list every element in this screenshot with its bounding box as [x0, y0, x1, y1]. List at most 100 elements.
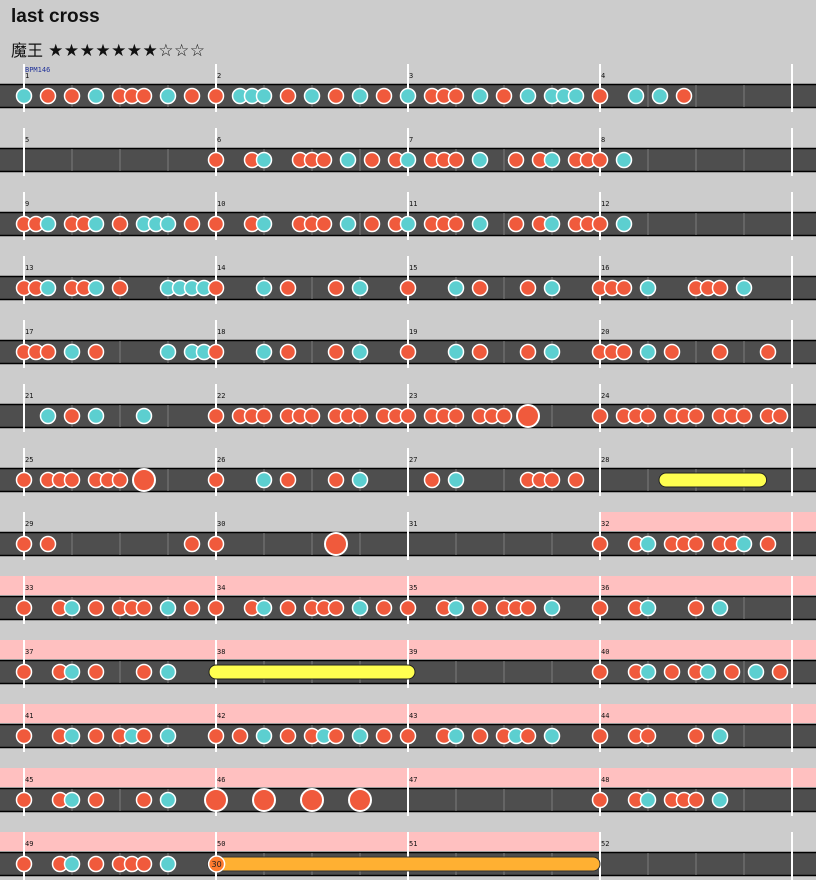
- don-note: [471, 279, 489, 297]
- measure-number: 45: [25, 776, 33, 784]
- don-note: [663, 343, 681, 361]
- measure-number: 43: [409, 712, 417, 720]
- measure-number: 40: [601, 648, 609, 656]
- gogo-band: [0, 832, 600, 851]
- ka-note: [159, 215, 177, 233]
- don-note: [15, 663, 33, 681]
- measure-number: 18: [217, 328, 225, 336]
- don-note: [183, 599, 201, 617]
- don-note: [399, 279, 417, 297]
- ka-note: [63, 791, 81, 809]
- don-note: [591, 791, 609, 809]
- measure-number: 51: [409, 840, 417, 848]
- chart-canvas: 1 2 3 4BPM1465 6 7 89 10 11 1213 14 15 1617 18 19 2021 2…: [0, 64, 816, 880]
- measure-number: 15: [409, 264, 417, 272]
- don-note: [399, 343, 417, 361]
- don-note: [135, 727, 153, 745]
- ka-note: [303, 87, 321, 105]
- ka-note: [63, 599, 81, 617]
- measure-number: 48: [601, 776, 609, 784]
- don-note: [327, 87, 345, 105]
- ka-note: [63, 855, 81, 873]
- don-note: [591, 599, 609, 617]
- measure-number: 33: [25, 584, 33, 592]
- measure-number: 24: [601, 392, 609, 400]
- ka-note: [135, 407, 153, 425]
- measure-number: 29: [25, 520, 33, 528]
- ka-note: [159, 791, 177, 809]
- don-note: [591, 535, 609, 553]
- don-note: [207, 279, 225, 297]
- don-note: [591, 87, 609, 105]
- ka-note: [159, 343, 177, 361]
- measure-number: 52: [601, 840, 609, 848]
- don-note: [447, 407, 465, 425]
- don-note: [327, 599, 345, 617]
- ka-note: [639, 663, 657, 681]
- don-note: [207, 151, 225, 169]
- don-note: [375, 87, 393, 105]
- don-note: [711, 279, 729, 297]
- don-note: [591, 151, 609, 169]
- measure-number: 36: [601, 584, 609, 592]
- don-note: [231, 727, 249, 745]
- ka-note: [255, 727, 273, 745]
- measure-number: 38: [217, 648, 225, 656]
- ka-note: [639, 599, 657, 617]
- measure-number: 5: [25, 136, 29, 144]
- measure-number: 3: [409, 72, 413, 80]
- don-note: [363, 151, 381, 169]
- don-note: [351, 407, 369, 425]
- don-note: [519, 727, 537, 745]
- ka-note: [63, 663, 81, 681]
- don-note: [723, 663, 741, 681]
- don-note: [135, 663, 153, 681]
- don-note: [63, 87, 81, 105]
- don-note: [687, 727, 705, 745]
- ka-note: [615, 151, 633, 169]
- ka-note: [447, 343, 465, 361]
- don-note: [279, 279, 297, 297]
- don-note: [207, 215, 225, 233]
- ka-note: [447, 279, 465, 297]
- ka-note: [87, 279, 105, 297]
- ka-note: [471, 87, 489, 105]
- ka-note: [255, 215, 273, 233]
- measure-number: 27: [409, 456, 417, 464]
- don-note: [87, 727, 105, 745]
- don-note: [687, 535, 705, 553]
- measure-number: 12: [601, 200, 609, 208]
- measure-number: 50: [217, 840, 225, 848]
- don-note: [183, 87, 201, 105]
- don-note: [663, 663, 681, 681]
- don-note: [183, 215, 201, 233]
- don-note: [327, 471, 345, 489]
- ka-note: [615, 215, 633, 233]
- ka-note: [87, 215, 105, 233]
- don-note: [447, 87, 465, 105]
- ka-note: [351, 279, 369, 297]
- don-note: [207, 87, 225, 105]
- don-note: [687, 407, 705, 425]
- ka-note: [543, 215, 561, 233]
- ka-note: [159, 599, 177, 617]
- ka-note: [255, 343, 273, 361]
- ka-note: [159, 855, 177, 873]
- drumroll-note: [208, 664, 416, 680]
- don-note: [315, 215, 333, 233]
- don-note: [135, 599, 153, 617]
- don-note: [687, 791, 705, 809]
- don-note: [375, 727, 393, 745]
- don-note: [279, 599, 297, 617]
- measure-number: 7: [409, 136, 413, 144]
- don-note: [399, 407, 417, 425]
- don-note: [15, 535, 33, 553]
- ka-note: [711, 727, 729, 745]
- don-note: [39, 87, 57, 105]
- don-note: [87, 599, 105, 617]
- ka-note: [711, 599, 729, 617]
- measure-number: 35: [409, 584, 417, 592]
- ka-note: [543, 727, 561, 745]
- measure-number: 31: [409, 520, 417, 528]
- ka-note: [255, 599, 273, 617]
